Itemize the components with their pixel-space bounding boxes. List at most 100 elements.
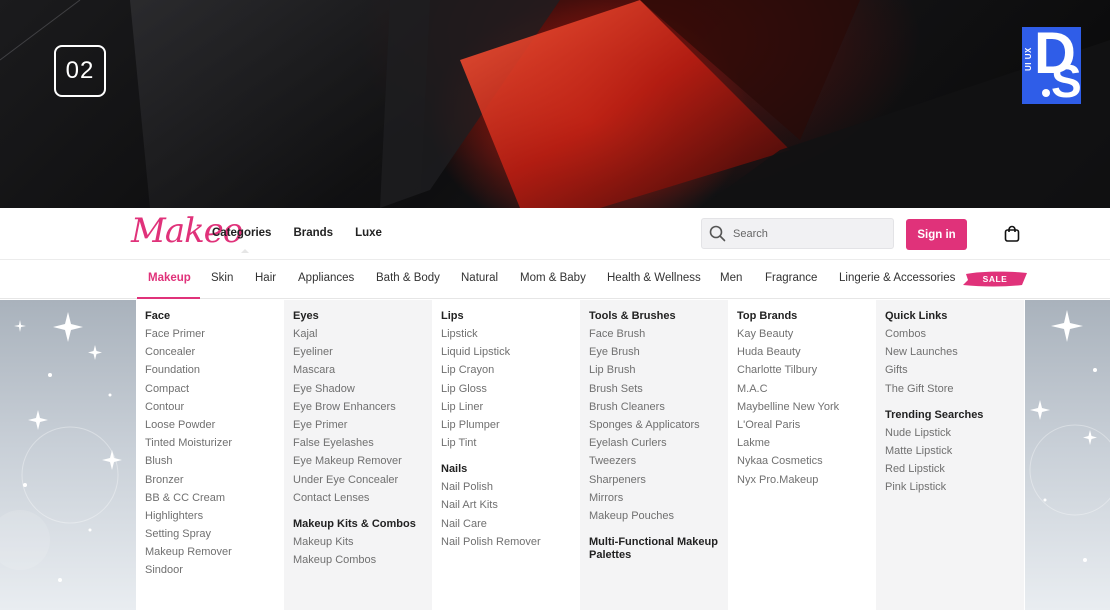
menu-column-eyes: Eyes Kajal Eyeliner Mascara Eye Shadow E… bbox=[284, 300, 432, 610]
category-fragrance[interactable]: Fragrance bbox=[765, 272, 817, 284]
shopping-bag-icon[interactable] bbox=[1003, 225, 1021, 243]
menu-heading[interactable]: Trending Searches bbox=[885, 409, 1015, 422]
menu-link[interactable]: Red Lipstick bbox=[885, 463, 1015, 476]
menu-link[interactable]: Foundation bbox=[145, 364, 275, 377]
menu-link[interactable]: Highlighters bbox=[145, 510, 275, 523]
menu-link[interactable]: Nail Polish bbox=[441, 481, 571, 494]
menu-link[interactable]: Matte Lipstick bbox=[885, 445, 1015, 458]
menu-link[interactable]: Nude Lipstick bbox=[885, 427, 1015, 440]
menu-link[interactable]: Sharpeners bbox=[589, 474, 719, 487]
category-lingerie-accessories[interactable]: Lingerie & Accessories bbox=[839, 272, 955, 284]
category-men[interactable]: Men bbox=[720, 272, 742, 284]
menu-heading[interactable]: Tools & Brushes bbox=[589, 310, 719, 323]
category-bar: Makeup Skin Hair Appliances Bath & Body … bbox=[0, 261, 1110, 299]
menu-link[interactable]: Eye Brush bbox=[589, 346, 719, 359]
menu-link[interactable]: Makeup Pouches bbox=[589, 510, 719, 523]
menu-link[interactable]: Nyx Pro.Makeup bbox=[737, 474, 867, 487]
menu-link[interactable]: Charlotte Tilbury bbox=[737, 364, 867, 377]
menu-link[interactable]: Combos bbox=[885, 328, 1015, 341]
menu-link[interactable]: Brush Sets bbox=[589, 383, 719, 396]
menu-link[interactable]: Makeup Kits bbox=[293, 536, 423, 549]
site-header: Makeo Categories Brands Luxe Sign in bbox=[0, 208, 1110, 260]
menu-link[interactable]: Eye Primer bbox=[293, 419, 423, 432]
menu-heading[interactable]: Makeup Kits & Combos bbox=[293, 518, 423, 531]
menu-link[interactable]: Tinted Moisturizer bbox=[145, 437, 275, 450]
menu-link[interactable]: Lakme bbox=[737, 437, 867, 450]
menu-link[interactable]: BB & CC Cream bbox=[145, 492, 275, 505]
menu-link[interactable]: Kajal bbox=[293, 328, 423, 341]
menu-link[interactable]: Eye Makeup Remover bbox=[293, 455, 423, 468]
menu-heading[interactable]: Eyes bbox=[293, 310, 423, 323]
menu-heading[interactable]: Top Brands bbox=[737, 310, 867, 323]
menu-link[interactable]: Face Brush bbox=[589, 328, 719, 341]
nav-luxe[interactable]: Luxe bbox=[355, 227, 382, 239]
menu-link[interactable]: Nail Care bbox=[441, 518, 571, 531]
menu-link[interactable]: Setting Spray bbox=[145, 528, 275, 541]
menu-link[interactable]: Contour bbox=[145, 401, 275, 414]
menu-link[interactable]: Lip Brush bbox=[589, 364, 719, 377]
menu-heading[interactable]: Face bbox=[145, 310, 275, 323]
sale-badge[interactable]: SALE bbox=[962, 270, 1028, 288]
menu-link[interactable]: Gifts bbox=[885, 364, 1015, 377]
menu-link[interactable]: Mascara bbox=[293, 364, 423, 377]
menu-link[interactable]: Lipstick bbox=[441, 328, 571, 341]
menu-link[interactable]: Kay Beauty bbox=[737, 328, 867, 341]
menu-link[interactable]: Nail Art Kits bbox=[441, 499, 571, 512]
menu-link[interactable]: Makeup Remover bbox=[145, 546, 275, 559]
menu-link[interactable]: L'Oreal Paris bbox=[737, 419, 867, 432]
search-input[interactable] bbox=[733, 219, 883, 248]
menu-heading[interactable]: Quick Links bbox=[885, 310, 1015, 323]
menu-link[interactable]: Liquid Lipstick bbox=[441, 346, 571, 359]
menu-column-brands: Top Brands Kay Beauty Huda Beauty Charlo… bbox=[728, 300, 876, 610]
menu-link[interactable]: Face Primer bbox=[145, 328, 275, 341]
category-skin[interactable]: Skin bbox=[211, 272, 233, 284]
menu-link[interactable]: Sindoor bbox=[145, 564, 275, 577]
menu-link[interactable]: Eyeliner bbox=[293, 346, 423, 359]
menu-link[interactable]: M.A.C bbox=[737, 383, 867, 396]
menu-link[interactable]: False Eyelashes bbox=[293, 437, 423, 450]
menu-link[interactable]: Contact Lenses bbox=[293, 492, 423, 505]
menu-link[interactable]: Nykaa Cosmetics bbox=[737, 455, 867, 468]
menu-link[interactable]: Sponges & Applicators bbox=[589, 419, 719, 432]
menu-link[interactable]: Loose Powder bbox=[145, 419, 275, 432]
menu-link[interactable]: Mirrors bbox=[589, 492, 719, 505]
menu-link[interactable]: Tweezers bbox=[589, 455, 719, 468]
category-mom-baby[interactable]: Mom & Baby bbox=[520, 272, 586, 284]
category-natural[interactable]: Natural bbox=[461, 272, 498, 284]
menu-link[interactable]: Eyelash Curlers bbox=[589, 437, 719, 450]
nav-categories[interactable]: Categories bbox=[212, 227, 271, 239]
menu-link[interactable]: Compact bbox=[145, 383, 275, 396]
menu-link[interactable]: Under Eye Concealer bbox=[293, 474, 423, 487]
menu-link[interactable]: Lip Crayon bbox=[441, 364, 571, 377]
category-appliances[interactable]: Appliances bbox=[298, 272, 354, 284]
menu-link[interactable]: Concealer bbox=[145, 346, 275, 359]
menu-link[interactable]: The Gift Store bbox=[885, 383, 1015, 396]
category-hair[interactable]: Hair bbox=[255, 272, 276, 284]
menu-link[interactable]: Lip Liner bbox=[441, 401, 571, 414]
menu-link[interactable]: Lip Tint bbox=[441, 437, 571, 450]
menu-link[interactable]: New Launches bbox=[885, 346, 1015, 359]
search-box[interactable] bbox=[701, 218, 894, 249]
category-health-wellness[interactable]: Health & Wellness bbox=[607, 272, 701, 284]
category-bath-body[interactable]: Bath & Body bbox=[376, 272, 440, 284]
menu-heading[interactable]: Multi-Functional Makeup Palettes bbox=[589, 536, 719, 562]
top-nav: Categories Brands Luxe bbox=[212, 227, 382, 253]
menu-link[interactable]: Blush bbox=[145, 455, 275, 468]
menu-link[interactable]: Makeup Combos bbox=[293, 554, 423, 567]
menu-heading[interactable]: Lips bbox=[441, 310, 571, 323]
menu-link[interactable]: Huda Beauty bbox=[737, 346, 867, 359]
menu-link[interactable]: Lip Gloss bbox=[441, 383, 571, 396]
menu-link[interactable]: Bronzer bbox=[145, 474, 275, 487]
menu-link[interactable]: Lip Plumper bbox=[441, 419, 571, 432]
menu-link[interactable]: Pink Lipstick bbox=[885, 481, 1015, 494]
menu-link[interactable]: Eye Shadow bbox=[293, 383, 423, 396]
menu-link[interactable]: Brush Cleaners bbox=[589, 401, 719, 414]
nav-active-caret bbox=[241, 249, 249, 253]
menu-heading[interactable]: Nails bbox=[441, 463, 571, 476]
menu-link[interactable]: Nail Polish Remover bbox=[441, 536, 571, 549]
menu-link[interactable]: Eye Brow Enhancers bbox=[293, 401, 423, 414]
nav-brands[interactable]: Brands bbox=[293, 227, 333, 239]
category-makeup[interactable]: Makeup bbox=[148, 272, 191, 284]
sign-in-button[interactable]: Sign in bbox=[906, 219, 967, 250]
menu-link[interactable]: Maybelline New York bbox=[737, 401, 867, 414]
